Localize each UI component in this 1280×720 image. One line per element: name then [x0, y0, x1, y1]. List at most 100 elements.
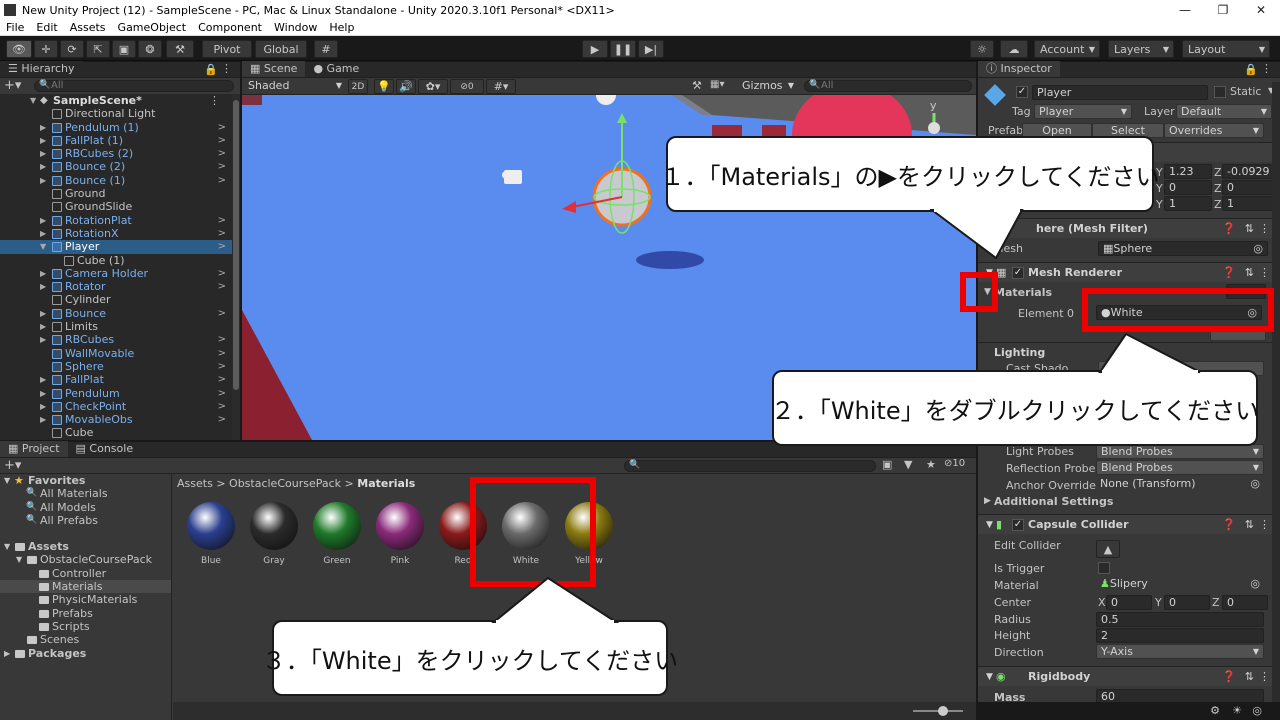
hierarchy-item[interactable]: WallMovable >	[0, 347, 232, 360]
height-field[interactable]: 2	[1096, 628, 1264, 643]
more-options-icon[interactable]: ⋮	[1259, 515, 1270, 535]
view-tool-eye-icon[interactable]: 👁	[6, 40, 32, 58]
object-name-field[interactable]: Player	[1032, 85, 1208, 100]
fold-open-icon[interactable]: ▼	[4, 540, 10, 553]
hierarchy-item[interactable]: Cylinder	[0, 293, 232, 306]
hierarchy-item[interactable]: ▶ Bounce (2) >	[0, 160, 232, 173]
camera-icon[interactable]	[502, 170, 522, 184]
hierarchy-item[interactable]: ▶ Pendulum (1) >	[0, 121, 232, 134]
pos-z-field[interactable]: -0.0929	[1222, 164, 1274, 179]
hierarchy-item[interactable]: ▶ FallPlat >	[0, 373, 232, 386]
open-prefab-chevron-icon[interactable]: >	[218, 387, 226, 400]
close-icon[interactable]: ✕	[1242, 0, 1280, 20]
more-options-icon[interactable]: ⋮	[1261, 62, 1272, 75]
hierarchy-item[interactable]: ▶ RotationX >	[0, 227, 232, 240]
hierarchy-item-player-selected[interactable]: ▼ Player >	[0, 240, 232, 254]
additional-settings-label[interactable]: Additional Settings	[994, 495, 1113, 508]
hierarchy-item[interactable]: ▶ Bounce >	[0, 307, 232, 320]
hierarchy-item[interactable]: Directional Light	[0, 107, 232, 120]
lighting-toggle-icon[interactable]: 💡	[374, 79, 394, 94]
gizmos-dropdown[interactable]: Gizmos ▼	[738, 79, 796, 94]
menu-window[interactable]: Window	[268, 21, 323, 34]
open-prefab-chevron-icon[interactable]: >	[218, 307, 226, 320]
material-label[interactable]: Blue	[181, 556, 241, 566]
transform-tool-icon[interactable]: ❂	[138, 40, 162, 58]
hierarchy-item[interactable]: ▶ RotationPlat >	[0, 214, 232, 227]
fold-closed-icon[interactable]: ▶	[40, 320, 46, 333]
material-label[interactable]: Gray	[244, 556, 304, 566]
open-prefab-chevron-icon[interactable]: >	[218, 134, 226, 147]
anchor-override-field[interactable]: None (Transform) ◎	[1096, 477, 1264, 492]
open-prefab-chevron-icon[interactable]: >	[218, 214, 226, 227]
tag-dropdown[interactable]: Player ▼	[1034, 104, 1132, 119]
hierarchy-item[interactable]: ▶ RBCubes >	[0, 333, 232, 346]
preset-icon[interactable]: ⇅	[1245, 219, 1254, 239]
project-folder-prefabs[interactable]: Prefabs	[0, 607, 171, 620]
packages-row[interactable]: ▶ Packages	[0, 647, 171, 660]
project-folder-physicmaterials[interactable]: PhysicMaterials	[0, 593, 171, 606]
open-prefab-chevron-icon[interactable]: >	[218, 267, 226, 280]
breadcrumb-assets[interactable]: Assets	[177, 477, 213, 490]
create-plus-icon[interactable]: +▾	[4, 78, 21, 93]
inspector-scrollbar[interactable]	[1272, 82, 1280, 702]
grid-snap-icon[interactable]: #	[314, 40, 338, 58]
capsule-material-field[interactable]: ♟Slipery ◎	[1096, 577, 1264, 592]
open-prefab-chevron-icon[interactable]: >	[218, 280, 226, 293]
scene-search-input[interactable]: 🔍 All	[804, 80, 972, 92]
notification-icon[interactable]: ◎	[1252, 704, 1262, 717]
fold-closed-icon[interactable]: ▶	[40, 413, 46, 426]
static-checkbox[interactable]	[1214, 86, 1226, 98]
hierarchy-item[interactable]: ▶ MovableObs >	[0, 413, 232, 426]
tab-game[interactable]: ● Game	[305, 61, 367, 77]
material-green-thumbnail[interactable]	[313, 502, 361, 550]
help-icon[interactable]: ❓	[1222, 219, 1236, 239]
object-picker-icon[interactable]: ◎	[1250, 477, 1260, 490]
pause-button[interactable]: ❚❚	[610, 40, 636, 58]
hierarchy-item[interactable]: Ground	[0, 187, 232, 200]
favorite-star-icon[interactable]: ★	[926, 458, 936, 471]
hierarchy-item[interactable]: ▶ Bounce (1) >	[0, 174, 232, 187]
open-prefab-chevron-icon[interactable]: >	[218, 333, 226, 346]
more-options-icon[interactable]: ⋮	[209, 94, 220, 107]
material-blue-thumbnail[interactable]	[187, 502, 235, 550]
is-trigger-checkbox[interactable]	[1098, 562, 1110, 574]
hierarchy-scrollbar[interactable]	[232, 94, 240, 440]
fold-closed-icon[interactable]: ▶	[40, 267, 46, 280]
preset-icon[interactable]: ⇅	[1245, 667, 1254, 687]
preset-icon[interactable]: ⇅	[1245, 515, 1254, 535]
hierarchy-item[interactable]: ▶ Pendulum >	[0, 387, 232, 400]
hierarchy-item[interactable]: ▶ Limits	[0, 320, 232, 333]
preset-icon[interactable]: ⇅	[1245, 263, 1254, 283]
hierarchy-item[interactable]: ▶ CheckPoint >	[0, 400, 232, 413]
material-pink-thumbnail[interactable]	[376, 502, 424, 550]
project-folder-materials[interactable]: Materials	[0, 580, 171, 594]
open-prefab-chevron-icon[interactable]: >	[218, 227, 226, 240]
step-button[interactable]: ▶|	[638, 40, 664, 58]
scale-tool-icon[interactable]: ⇱	[86, 40, 110, 58]
fold-closed-icon[interactable]: ▶	[40, 121, 46, 134]
fold-open-icon[interactable]: ▼	[40, 240, 46, 253]
breadcrumb-materials[interactable]: Materials	[357, 477, 415, 490]
material-gray-thumbnail[interactable]	[250, 502, 298, 550]
rot-z-field[interactable]: 0	[1222, 180, 1274, 195]
material-label[interactable]: Green	[307, 556, 367, 566]
open-prefab-chevron-icon[interactable]: >	[218, 400, 226, 413]
hierarchy-scroll-thumb[interactable]	[233, 100, 239, 390]
open-prefab-chevron-icon[interactable]: >	[218, 347, 226, 360]
lock-icon[interactable]: 🔒	[204, 63, 218, 76]
hidden-objects-toggle[interactable]: ⊘ 0	[450, 79, 484, 94]
fold-open-icon[interactable]: ▼	[30, 94, 36, 107]
fold-closed-icon[interactable]: ▶	[40, 160, 46, 173]
hierarchy-item[interactable]: GroundSlide	[0, 200, 232, 213]
audio-toggle-icon[interactable]: 🔊	[396, 79, 416, 94]
menu-assets[interactable]: Assets	[64, 21, 112, 34]
capsule-collider-header[interactable]: ▼ ▮ ✓ Capsule Collider ❓ ⇅ ⋮	[978, 514, 1280, 534]
more-options-icon[interactable]: ⋮	[1259, 263, 1270, 283]
hierarchy-item[interactable]: ▶ FallPlat (1) >	[0, 134, 232, 147]
open-prefab-chevron-icon[interactable]: >	[218, 121, 226, 134]
object-picker-icon[interactable]: ◎	[1253, 242, 1263, 255]
center-x-field[interactable]: 0	[1106, 595, 1152, 610]
fold-closed-icon[interactable]: ▶	[40, 214, 46, 227]
fold-closed-icon[interactable]: ▶	[40, 174, 46, 187]
rigidbody-header[interactable]: ▼ ◉ Rigidbody ❓ ⇅ ⋮	[978, 666, 1280, 686]
